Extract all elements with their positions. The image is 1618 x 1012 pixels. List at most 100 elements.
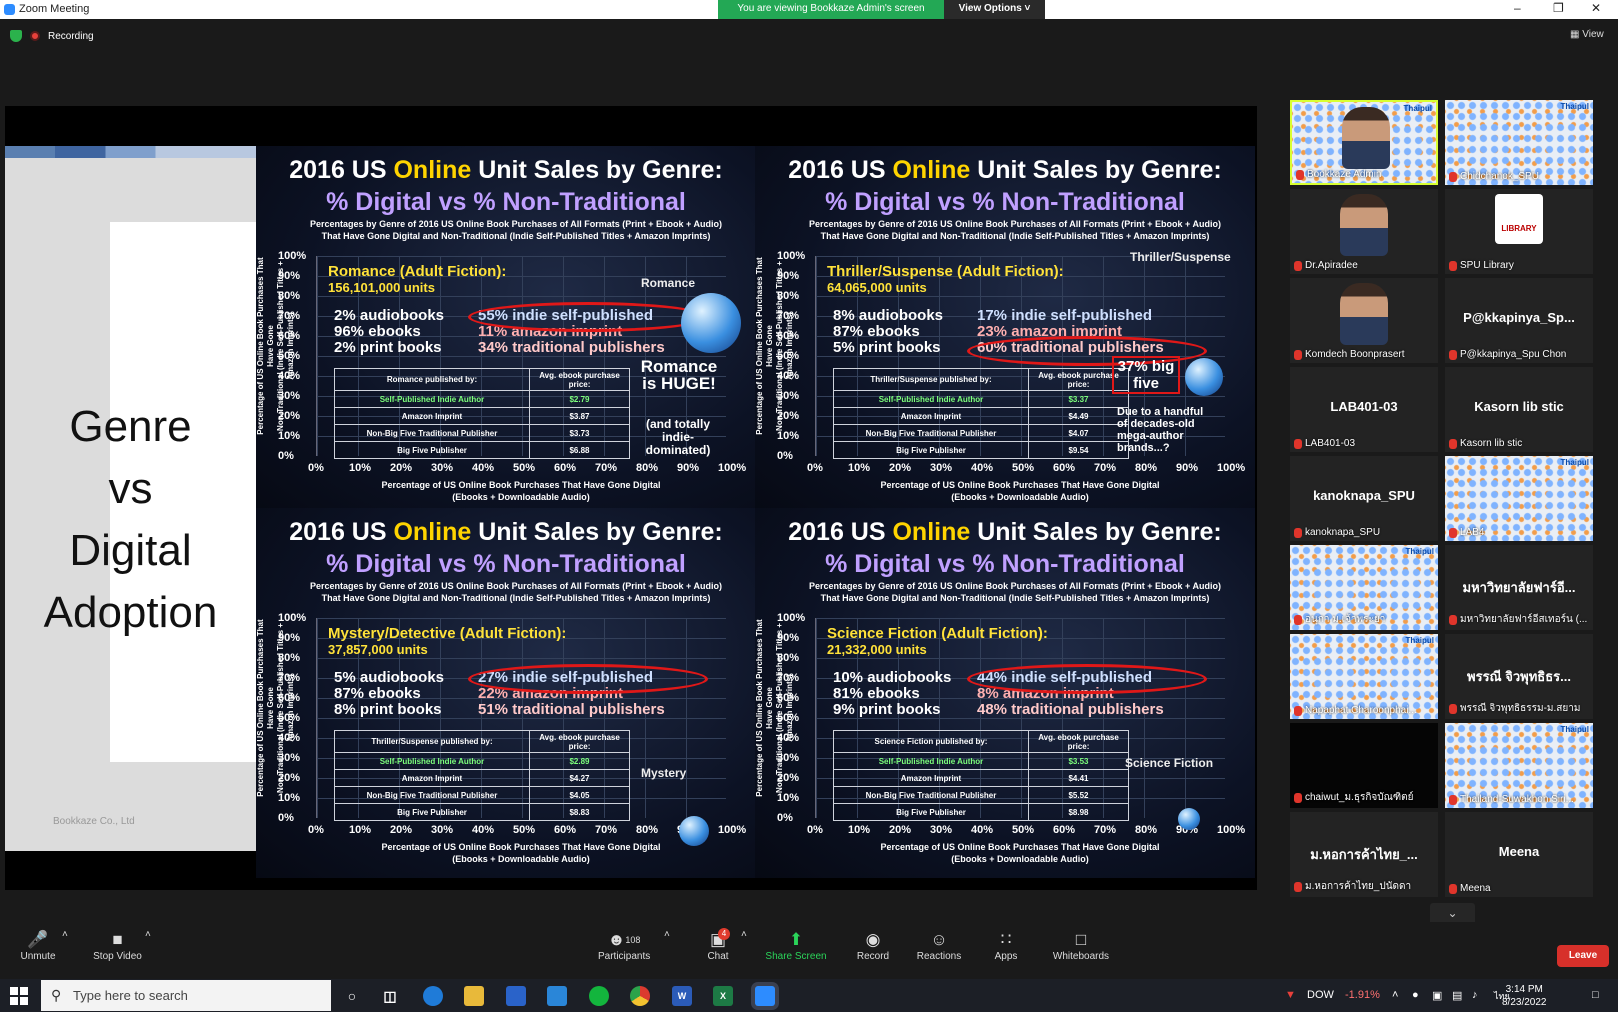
audio-options-caret[interactable]: ˄ [62, 929, 68, 940]
excel-icon[interactable]: X [713, 986, 733, 1006]
taskbar-search-input[interactable]: ⚲ Type here to search [41, 980, 331, 1011]
notifications-icon[interactable]: □ [1592, 989, 1599, 1001]
highlight-ellipse [468, 664, 708, 694]
recording-label[interactable]: Recording [48, 31, 94, 42]
participant-tile[interactable]: มหาวิทยาลัยฟาร์อี... มหาวิทยาลัยฟาร์อีสเท… [1445, 545, 1593, 630]
participant-tile[interactable]: Thaipul Napaphat Charoonphai... [1290, 634, 1438, 719]
format-stat: 2% print books [334, 339, 442, 356]
table-row: Non-Big Five Traditional Publisher $4.07 [833, 424, 1129, 442]
x-axis-title-line: (Ebooks + Downloadable Audio) [951, 492, 1089, 502]
quadrant-description: Percentages by Genre of 2016 US Online B… [296, 580, 736, 604]
genre-marker [1185, 358, 1223, 396]
x-axis-title-line: Percentage of US Online Book Purchases T… [381, 842, 661, 852]
mail-icon[interactable] [547, 986, 567, 1006]
camera-tray-icon[interactable]: ▣ [1432, 989, 1442, 1002]
participant-tile[interactable]: Meena Meena [1445, 812, 1593, 897]
participants-caret[interactable]: ˄ [664, 929, 670, 940]
participant-name-text: LAB4 [1460, 527, 1485, 538]
chat-caret[interactable]: ˄ [741, 929, 747, 940]
status-area: Recording [10, 30, 94, 42]
participant-video [1340, 283, 1388, 345]
x-tick-label: 40% [472, 824, 495, 836]
share-screen-icon: ⬆ [788, 930, 804, 949]
participant-tile[interactable]: kanoknapa_SPU kanoknapa_SPU [1290, 456, 1438, 541]
file-explorer-icon[interactable] [464, 986, 484, 1006]
windows-start-icon[interactable] [10, 987, 28, 1005]
annotation-note-sub: Due to a handful of decades-old mega-aut… [1117, 406, 1204, 454]
word-icon[interactable]: W [672, 986, 692, 1006]
participant-name-text: ม.หอการค้าไทย_ปนัดดา [1305, 881, 1412, 892]
leave-button[interactable]: Leave [1557, 945, 1609, 967]
quadrant-title: 2016 US Online Unit Sales by Genre: [755, 156, 1255, 185]
genre-name: Romance (Adult Fiction): [328, 263, 507, 280]
zoom-logo-icon [4, 3, 15, 15]
view-button[interactable]: ▦ View [1570, 29, 1604, 40]
stock-name[interactable]: DOW [1307, 989, 1334, 1001]
publisher-cell: Amazon Imprint [833, 769, 1029, 787]
price-cell: $4.27 [529, 769, 630, 787]
participant-tile[interactable]: LIBRARY SPU Library [1445, 189, 1593, 274]
participant-tile[interactable]: Thaipul LAB4 [1445, 456, 1593, 541]
table-row: Big Five Publisher $6.88 [334, 441, 630, 459]
chart-quadrant: 2016 US Online Unit Sales by Genre: % Dig… [256, 146, 756, 516]
y-axis-title-line: Non-Traditional (Indie Self-Published Ti… [775, 623, 794, 793]
video-options-caret[interactable]: ˄ [145, 929, 151, 940]
tray-chevron-icon[interactable]: ˄ [1392, 989, 1398, 1001]
unmute-button[interactable]: 🎤 Unmute [18, 929, 58, 962]
quadrant-description: Percentages by Genre of 2016 US Online B… [795, 218, 1235, 242]
genre-units: 156,101,000 units [328, 280, 435, 295]
chrome-icon[interactable] [630, 986, 650, 1006]
network-icon[interactable]: ▤ [1452, 989, 1462, 1002]
participant-tile[interactable]: P@kkapinya_Sp... P@kkapinya_Spu Chon [1445, 278, 1593, 363]
description-line: Percentages by Genre of 2016 US Online B… [809, 581, 1221, 591]
participant-tile[interactable]: chaiwut_ม.ธุรกิจบัณฑิตย์ [1290, 723, 1438, 808]
restore-icon[interactable]: ❐ [1553, 1, 1564, 15]
volume-icon[interactable]: ♪ [1472, 989, 1478, 1001]
apps-button[interactable]: ∷ Apps [991, 929, 1021, 962]
reactions-button[interactable]: ☺ Reactions [915, 929, 963, 962]
share-screen-button[interactable]: ⬆ Share Screen [765, 929, 827, 962]
microphone-icon[interactable]: ● [1412, 989, 1419, 1001]
slide-title-line: vs [108, 464, 153, 513]
whiteboards-button[interactable]: □ Whiteboards [1050, 929, 1112, 962]
participant-tile[interactable]: Kasorn lib stic Kasorn lib stic [1445, 367, 1593, 452]
x-tick-label: 50% [1012, 462, 1035, 474]
participants-button[interactable]: ☻108 Participants [598, 929, 650, 962]
minimize-icon[interactable]: – [1514, 1, 1521, 15]
x-tick-label: 10% [349, 824, 372, 836]
table-row: Self-Published Indie Author $3.53 [833, 752, 1129, 770]
participant-tile[interactable]: Dr.Apiradee [1290, 189, 1438, 274]
task-view-icon[interactable]: ◫ [380, 986, 400, 1006]
x-tick-label: 70% [1094, 462, 1117, 474]
chat-label: Chat [707, 951, 729, 962]
record-icon: ◉ [865, 930, 881, 949]
participant-tile[interactable]: Thaipul Thailand-Suwakhon Siri... [1445, 723, 1593, 808]
edge-icon[interactable] [423, 986, 443, 1006]
system-clock[interactable]: 3:14 PM 8/23/2022 [1502, 983, 1547, 1009]
participant-tile[interactable]: Komdech Boonprasert [1290, 278, 1438, 363]
participant-tile[interactable]: พรรณี จิวพุทธิธร... พรรณี จิวพุทธิธรรม-ม.… [1445, 634, 1593, 719]
participant-tile[interactable]: Thaipul Bookkaze Admin [1290, 100, 1438, 185]
cortana-icon[interactable]: ○ [342, 986, 362, 1006]
description-line: That Have Gone Digital and Non-Tradition… [820, 593, 1210, 603]
chat-button[interactable]: ▣ 4 Chat [702, 928, 734, 962]
view-options-button[interactable]: View Options ˅ [944, 0, 1045, 19]
shield-icon[interactable] [10, 30, 22, 42]
x-axis-title-line: Percentage of US Online Book Purchases T… [381, 480, 661, 490]
close-icon[interactable]: ✕ [1591, 1, 1601, 15]
participant-tile[interactable]: Thaipul Chidchanok_SPU [1445, 100, 1593, 185]
x-tick-label: 40% [971, 824, 994, 836]
stop-video-button[interactable]: ■ Stop Video [90, 929, 145, 962]
participant-tile[interactable]: LAB401-03 LAB401-03 [1290, 367, 1438, 452]
price-table: Thriller/Suspense published by: Avg. eboo… [334, 730, 630, 821]
record-button[interactable]: ◉ Record [853, 929, 893, 962]
zoom-taskbar-icon[interactable] [755, 986, 775, 1006]
record-label: Record [856, 951, 890, 962]
participant-tile[interactable]: ม.หอการค้าไทย_... ม.หอการค้าไทย_ปนัดดา [1290, 812, 1438, 897]
search-placeholder: Type here to search [73, 988, 188, 1003]
line-app-icon[interactable] [589, 986, 609, 1006]
store-icon[interactable] [506, 986, 526, 1006]
price-cell: $3.87 [529, 407, 630, 425]
annotation-note: 37% big five [1112, 356, 1180, 394]
participant-tile[interactable]: Thaipul อนุกา ม.เจ้าพระยา [1290, 545, 1438, 630]
